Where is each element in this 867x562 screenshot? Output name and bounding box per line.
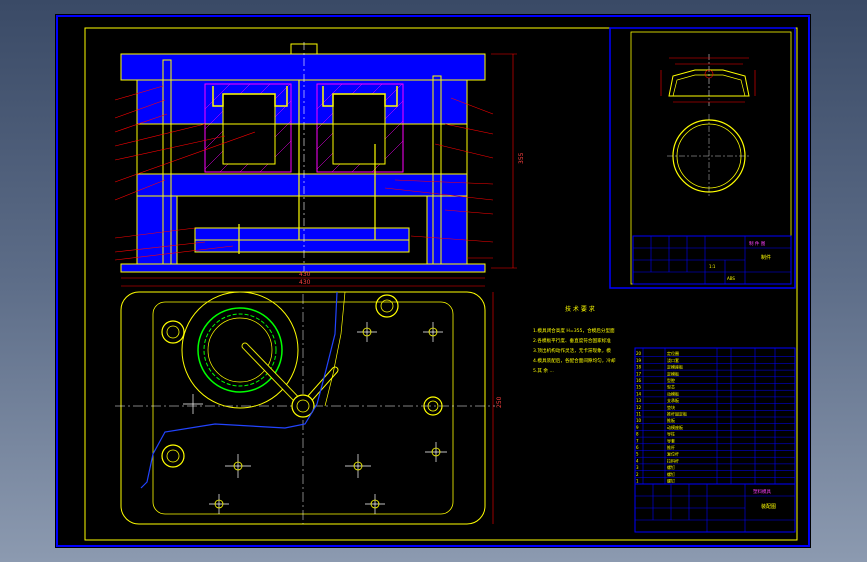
bom-row-name: 导套 — [667, 437, 675, 443]
assembly-sheet-label: 装配图 — [761, 503, 776, 510]
bom-columns — [642, 348, 776, 484]
bom-row-index: 5 — [636, 452, 639, 457]
section-view: 355 430 — [114, 42, 525, 279]
bom-row-index: 13 — [636, 398, 642, 403]
guide-hole-tl — [161, 320, 185, 344]
part-title-text: 制 件 图 — [749, 240, 766, 247]
bom-row-name: 拉料杆 — [667, 457, 679, 463]
core-right — [332, 93, 386, 165]
tech-notes: 技 术 要 求 1.模具闭合高度 H=355，合模后分型面 2.各模板平行度、垂… — [533, 305, 616, 374]
bom-rows: 定位圈20浇口套19定模座板18定模板17型腔16型芯15动模板14支承板13垫… — [635, 350, 795, 485]
core-plate — [136, 123, 468, 175]
tech-note-line-3: 3.顶出机构动作灵活，无卡滞现象，模 — [533, 347, 611, 354]
guide-hole-tl-inner — [166, 325, 180, 339]
bom-row-index: 18 — [636, 365, 642, 370]
part-ring-inner — [203, 313, 277, 387]
plan-runner-edge — [324, 291, 346, 407]
bom-row-index: 8 — [636, 432, 639, 437]
bom-row-name: 螺钉 — [667, 471, 675, 477]
bom-row-index: 9 — [636, 425, 639, 430]
bom-row-index: 7 — [636, 438, 639, 443]
bom-row-name: 定位圈 — [667, 350, 679, 356]
bom-row-index: 3 — [636, 465, 639, 470]
section-height-dim: 355 — [518, 152, 525, 164]
cad-drawing: 355 430 430 250 技 术 要 求 1.模具闭合高度 H=355，合… — [56, 15, 810, 547]
guide-hole-bl — [161, 444, 185, 468]
part-drawing-sheet: 制 件 图 制件 1:1 ABS — [609, 27, 796, 289]
bom-row-index: 10 — [636, 418, 642, 423]
bom-row-name: 定模板 — [667, 370, 679, 376]
plan-width-dim: 430 — [299, 279, 311, 286]
bom-row-index: 17 — [636, 371, 642, 376]
screw-crosses — [183, 322, 447, 514]
plan-height-dim: 250 — [496, 396, 503, 408]
bom-row-name: 复位杆 — [667, 451, 679, 457]
tech-note-line-4: 4.模具装配后，各配合面间隙均匀，冷却 — [533, 357, 616, 364]
bom-row-index: 4 — [636, 458, 639, 463]
top-clamp-plate — [120, 53, 486, 81]
tech-note-line-1: 1.模具闭合高度 H=355，合模后分型面 — [533, 327, 615, 334]
screw-holes — [214, 327, 441, 509]
bom-frame — [634, 347, 796, 485]
bom-row-name: 推板 — [667, 417, 675, 423]
bom-row-index: 11 — [636, 412, 642, 417]
guide-hole-tr — [375, 294, 399, 318]
part-sheet-frame — [609, 27, 796, 289]
tech-notes-title: 技 术 要 求 — [565, 305, 595, 313]
ejector-retainer-plate — [194, 227, 410, 241]
part-scale: 1:1 — [709, 264, 716, 269]
assembly-title-text: 塑料模具 — [753, 488, 771, 495]
bom-row-name: 推杆 — [667, 444, 675, 450]
bom-row-name: 螺钉 — [667, 478, 675, 484]
part-material: ABS — [727, 276, 735, 281]
bom-row-name: 支承板 — [667, 397, 679, 403]
cavity-circle — [181, 291, 299, 409]
height-dimension — [491, 53, 517, 269]
bom-row-index: 14 — [636, 391, 642, 396]
bom-row-index: 19 — [636, 358, 642, 363]
bom-row-name: 垫块 — [667, 404, 675, 410]
bom-row-name: 型腔 — [667, 377, 675, 383]
cavity-plate — [136, 79, 468, 125]
bom-row-name: 型芯 — [667, 384, 675, 390]
bom-row-index: 1 — [636, 479, 639, 484]
section-width-dim: 430 — [299, 271, 311, 278]
bom-row-index: 15 — [636, 385, 642, 390]
bom-row-index: 12 — [636, 405, 642, 410]
cad-viewport[interactable]: 355 430 430 250 技 术 要 求 1.模具闭合高度 H=355，合… — [55, 14, 811, 548]
part-ring-outer — [197, 307, 283, 393]
bom-row-name: 导柱 — [667, 431, 675, 437]
core-ring — [207, 317, 273, 383]
bom-row-name: 浇口套 — [667, 357, 679, 363]
support-plate — [136, 173, 468, 197]
plan-view: 430 250 — [115, 279, 503, 525]
bom-row-index: 16 — [636, 378, 642, 383]
bom-row-name: 推杆固定板 — [667, 411, 687, 417]
tech-note-line-5: 5.其 余 ... — [533, 367, 554, 374]
bom-row-name: 定模座板 — [667, 364, 683, 370]
bom-row-index: 6 — [636, 445, 639, 450]
assembly-bom-table: 塑料模具 装配图 定位圈20浇口套19定模座板18定模板17型腔16型芯15动模… — [634, 347, 796, 533]
bom-row-name: 螺钉 — [667, 464, 675, 470]
part-sheet-label: 制件 — [761, 254, 771, 261]
guide-hole-bl-inner — [166, 449, 180, 463]
tech-note-line-2: 2.各模板平行度、垂直度符合国家标准 — [533, 337, 611, 344]
bom-row-index: 2 — [636, 472, 639, 477]
core-left — [222, 93, 276, 165]
bom-row-name: 动模座板 — [667, 424, 683, 430]
ejector-plate — [194, 239, 410, 253]
bom-row-name: 动模板 — [667, 390, 679, 396]
bom-row-index: 20 — [636, 351, 642, 356]
